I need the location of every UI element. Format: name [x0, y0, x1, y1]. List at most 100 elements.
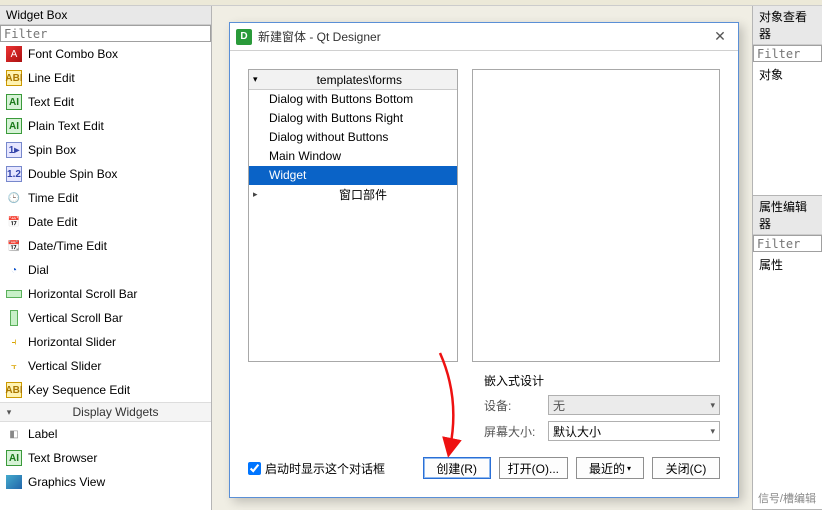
device-combo[interactable]: 无▾ — [548, 395, 720, 415]
form-preview — [472, 69, 720, 362]
widget-item-font-combo-box[interactable]: A Font Combo Box — [0, 42, 211, 66]
dial-icon: ◔ — [6, 262, 22, 278]
widget-label: Text Edit — [28, 95, 74, 109]
new-form-dialog: D 新建窗体 - Qt Designer ✕ ▾ templates\forms… — [229, 22, 739, 498]
widget-label: Line Edit — [28, 71, 75, 85]
widget-label: Dial — [28, 263, 49, 277]
widget-item-dial[interactable]: ◔ Dial — [0, 258, 211, 282]
group-display-widgets[interactable]: ▾ Display Widgets — [0, 402, 211, 422]
tree-group-widgets[interactable]: ▸ 窗口部件 — [249, 185, 457, 204]
widget-item-plain-text-edit[interactable]: AI Plain Text Edit — [0, 114, 211, 138]
tree-item-dialog-buttons-right[interactable]: Dialog with Buttons Right — [249, 109, 457, 128]
recent-button[interactable]: 最近的▾ — [576, 457, 644, 479]
widget-label: Date/Time Edit — [28, 239, 107, 253]
keyseq-icon: ABI — [6, 382, 22, 398]
tree-item-main-window[interactable]: Main Window — [249, 147, 457, 166]
chevron-down-icon: ▾ — [2, 405, 16, 419]
screen-size-combo[interactable]: 默认大小 ▾ — [548, 421, 720, 441]
widget-item-line-edit[interactable]: ABI Line Edit — [0, 66, 211, 90]
chevron-down-icon: ▾ — [710, 426, 715, 437]
widget-label: Time Edit — [28, 191, 78, 205]
show-on-startup-input[interactable] — [248, 462, 261, 475]
plaintext-icon: AI — [6, 118, 22, 134]
widget-item-keyseq[interactable]: ABI Key Sequence Edit — [0, 378, 211, 402]
property-editor-filter[interactable] — [753, 235, 822, 252]
create-button[interactable]: 创建(R) — [423, 457, 491, 479]
widget-label: Font Combo Box — [28, 47, 118, 61]
object-inspector-panel: 对象查看器 对象 — [753, 6, 822, 196]
object-inspector-filter[interactable] — [753, 45, 822, 62]
device-value: 无 — [553, 397, 565, 414]
object-inspector-header: 对象 — [753, 62, 822, 102]
widget-box-panel: Widget Box AFont Combo Box ABILine Edit … — [0, 6, 212, 510]
widget-label: Vertical Scroll Bar — [28, 311, 123, 325]
widget-item-double-spin-box[interactable]: 1.2 Double Spin Box — [0, 162, 211, 186]
widget-label: Date Edit — [28, 215, 77, 229]
widget-item-graphics-view[interactable]: Graphics View — [0, 470, 211, 494]
hslider-icon: ⫞ — [6, 334, 22, 350]
open-button[interactable]: 打开(O)... — [499, 457, 568, 479]
widget-box-filter-input[interactable] — [0, 25, 211, 42]
widget-item-vslider[interactable]: ⫟Vertical Slider — [0, 354, 211, 378]
widget-label: Label — [28, 427, 57, 441]
widget-label: Double Spin Box — [28, 167, 117, 181]
vslider-icon: ⫟ — [6, 358, 22, 374]
group-label: Display Widgets — [20, 405, 211, 419]
doublespin-icon: 1.2 — [6, 166, 22, 182]
label-icon: ◧ — [6, 426, 22, 442]
clock-icon: 🕒 — [6, 190, 22, 206]
tree-item-widget[interactable]: Widget — [249, 166, 457, 185]
widget-item-datetime-edit[interactable]: 📆 Date/Time Edit — [0, 234, 211, 258]
embedded-design-section: 嵌入式设计 设备: 无▾ 屏幕大小: 默认大小▾ — [248, 372, 720, 441]
tree-header-templates[interactable]: ▾ templates\forms — [249, 70, 457, 90]
lineedit-icon: ABI — [6, 70, 22, 86]
widget-item-hslider[interactable]: ⫞ Horizontal Slider — [0, 330, 211, 354]
dialog-titlebar[interactable]: D 新建窗体 - Qt Designer ✕ — [230, 23, 738, 51]
tree-group-label: 窗口部件 — [269, 186, 457, 203]
widget-item-text-edit[interactable]: AI Text Edit — [0, 90, 211, 114]
hscroll-icon — [6, 286, 22, 302]
dialog-title: 新建窗体 - Qt Designer — [258, 28, 702, 45]
widget-label: Spin Box — [28, 143, 76, 157]
widget-label: Key Sequence Edit — [28, 383, 130, 397]
widget-item-hscrollbar[interactable]: Horizontal Scroll Bar — [0, 282, 211, 306]
right-dock: 对象查看器 对象 属性编辑器 属性 — [752, 6, 822, 510]
widget-item-date-edit[interactable]: 📅 Date Edit — [0, 210, 211, 234]
close-icon[interactable]: ✕ — [708, 27, 732, 47]
tree-item-dialog-buttons-bottom[interactable]: Dialog with Buttons Bottom — [249, 90, 457, 109]
tree-header-label: templates\forms — [262, 73, 457, 87]
textbrowser-icon: AI — [6, 450, 22, 466]
widget-item-text-browser[interactable]: AIText Browser — [0, 446, 211, 470]
vscroll-icon — [6, 310, 22, 326]
tree-item-dialog-no-buttons[interactable]: Dialog without Buttons — [249, 128, 457, 147]
graphicsview-icon — [6, 474, 22, 490]
widget-label: Horizontal Scroll Bar — [28, 287, 137, 301]
screen-size-value: 默认大小 — [553, 423, 601, 440]
signal-slot-editor-label: 信号/槽编辑 — [758, 490, 816, 506]
spinbox-icon: 1▸ — [6, 142, 22, 158]
textedit-icon: AI — [6, 94, 22, 110]
widget-label: Horizontal Slider — [28, 335, 116, 349]
close-button[interactable]: 关闭(C) — [652, 457, 720, 479]
calendar-icon: 📅 — [6, 214, 22, 230]
widget-item-time-edit[interactable]: 🕒 Time Edit — [0, 186, 211, 210]
chevron-down-icon: ▾ — [710, 400, 715, 411]
chevron-down-icon: ▾ — [627, 464, 631, 473]
property-editor-header: 属性 — [753, 252, 822, 292]
screen-size-label: 屏幕大小: — [484, 423, 544, 440]
object-inspector-title: 对象查看器 — [753, 6, 822, 45]
show-on-startup-label: 启动时显示这个对话框 — [265, 460, 385, 477]
show-on-startup-checkbox[interactable]: 启动时显示这个对话框 — [248, 460, 415, 477]
widget-label: Plain Text Edit — [28, 119, 104, 133]
widget-item-label[interactable]: ◧ Label — [0, 422, 211, 446]
template-tree: ▾ templates\forms Dialog with Buttons Bo… — [248, 69, 458, 362]
chevron-right-icon: ▸ — [253, 189, 263, 200]
device-label: 设备: — [484, 397, 544, 414]
datetime-icon: 📆 — [6, 238, 22, 254]
qt-designer-icon: D — [236, 29, 252, 45]
font-icon: A — [6, 46, 22, 62]
recent-label: 最近的 — [589, 460, 625, 477]
widget-list: A Font Combo Box ABI Line Edit AI Text Edit… — [0, 42, 211, 510]
widget-item-vscrollbar[interactable]: Vertical Scroll Bar — [0, 306, 211, 330]
widget-item-spin-box[interactable]: 1▸ Spin Box — [0, 138, 211, 162]
